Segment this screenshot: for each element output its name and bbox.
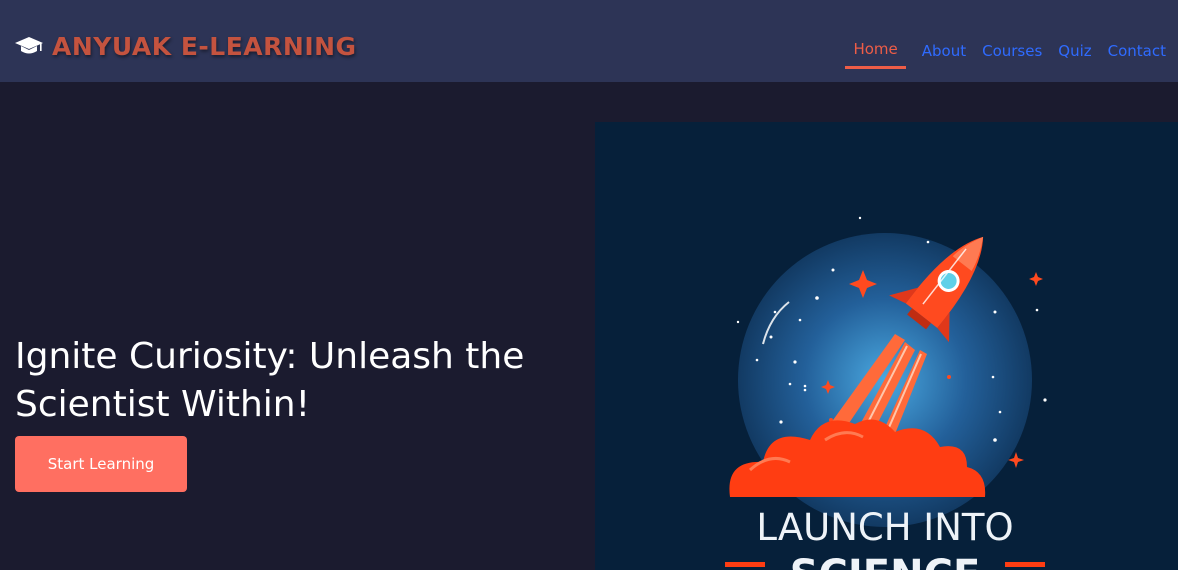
hero-title: Ignite Curiosity: Unleash the Scientist … <box>15 336 525 425</box>
hero-image-title-line1: LAUNCH INTO <box>756 506 1013 549</box>
nav-contact-link[interactable]: Contact <box>1108 38 1166 68</box>
hero-image-title-line2: SCIENCE <box>790 552 981 570</box>
main-nav: Home About Courses Quiz Contact <box>845 36 1166 69</box>
brand-logo[interactable]: ANYUAK E-LEARNING <box>14 28 357 64</box>
nav-about-link[interactable]: About <box>922 38 966 68</box>
start-learning-button[interactable]: Start Learning <box>15 436 187 492</box>
navbar: ANYUAK E-LEARNING Home About Courses Qui… <box>0 0 1178 82</box>
hero-image: LAUNCH INTO SCIENCE <box>595 122 1178 570</box>
nav-home-link[interactable]: Home <box>845 36 906 69</box>
nav-quiz-link[interactable]: Quiz <box>1058 38 1091 68</box>
graduation-cap-icon <box>14 35 44 57</box>
nav-courses-link[interactable]: Courses <box>982 38 1042 68</box>
brand-name: ANYUAK E-LEARNING <box>52 31 357 61</box>
